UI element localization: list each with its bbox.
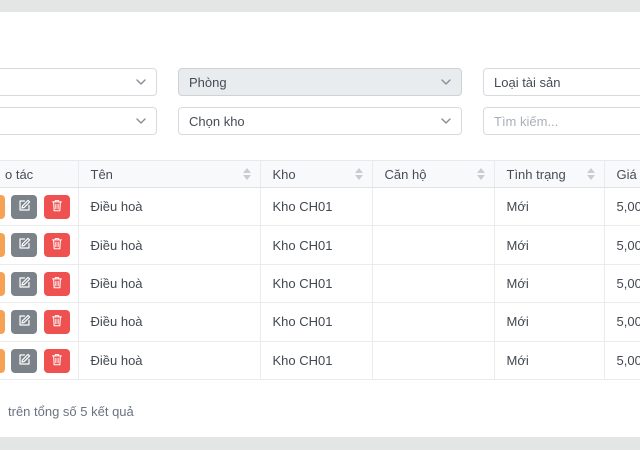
warehouse-cell: Kho CH01: [260, 264, 373, 304]
edit-pencil-icon: [18, 353, 31, 369]
hidden-action-button[interactable]: [0, 310, 5, 335]
hidden-action-button[interactable]: [0, 271, 5, 296]
chevron-down-icon: [441, 118, 451, 124]
sort-icon[interactable]: [354, 167, 363, 181]
header-actions: o tác: [0, 160, 79, 188]
price-cell: 5,000: [604, 187, 640, 227]
header-status[interactable]: Tình trạng: [494, 160, 605, 188]
name-cell: Điều hoà: [78, 302, 261, 342]
status-cell: Mới: [494, 302, 605, 342]
apartment-cell: [372, 341, 495, 380]
edit-pencil-icon: [18, 199, 31, 215]
top-edge-strip: [0, 0, 640, 12]
name-cell: Điều hoà: [78, 225, 261, 265]
table-row: Điều hoà Kho CH01 Mới 5,000: [0, 187, 640, 227]
status-cell: Mới: [494, 225, 605, 265]
header-apartment[interactable]: Căn hộ: [372, 160, 495, 188]
delete-button[interactable]: [44, 195, 70, 219]
warehouse-cell: Kho CH01: [260, 187, 373, 227]
delete-button[interactable]: [44, 348, 70, 373]
bottom-edge-strip: [0, 437, 640, 450]
trash-icon: [51, 353, 63, 369]
edit-pencil-icon: [18, 314, 31, 330]
actions-cell: [0, 264, 79, 304]
name-cell: Điều hoà: [78, 264, 261, 304]
hidden-action-button[interactable]: [0, 348, 5, 373]
edit-pencil-icon: [18, 276, 31, 292]
apartment-cell: [372, 187, 495, 227]
chevron-down-icon: [136, 118, 146, 124]
apartment-cell: [372, 225, 495, 265]
price-cell: 5,000: [604, 302, 640, 342]
assets-table: o tác Tên Kho Căn hộ Tình trạng Giá t: [0, 160, 640, 380]
edit-button[interactable]: [11, 310, 37, 335]
page: Phòng Loại tài sản Chọn kho o tác Tên: [0, 0, 640, 450]
status-cell: Mới: [494, 187, 605, 227]
chevron-down-icon: [441, 79, 451, 85]
table-row: Điều hoà Kho CH01 Mới 5,000: [0, 264, 640, 304]
room-select[interactable]: Phòng: [178, 68, 462, 96]
select-value: Phòng: [189, 74, 227, 90]
edit-pencil-icon: [18, 237, 31, 253]
price-cell: 5,000: [604, 225, 640, 265]
header-warehouse[interactable]: Kho: [260, 160, 373, 188]
actions-cell: [0, 302, 79, 342]
hidden-action-button[interactable]: [0, 233, 5, 258]
asset-type-select[interactable]: Loại tài sản: [483, 68, 640, 96]
apartment-cell: [372, 264, 495, 304]
left-filter-select-top[interactable]: [0, 68, 157, 96]
sort-icon[interactable]: [586, 167, 595, 181]
sort-icon[interactable]: [242, 167, 251, 181]
price-cell: 5,000: [604, 341, 640, 380]
status-cell: Mới: [494, 341, 605, 380]
trash-icon: [51, 237, 63, 253]
chevron-down-icon: [136, 79, 146, 85]
sort-icon[interactable]: [476, 167, 485, 181]
edit-button[interactable]: [11, 233, 37, 258]
table-row: Điều hoà Kho CH01 Mới 5,000: [0, 225, 640, 265]
select-value: Chọn kho: [189, 113, 245, 129]
trash-icon: [51, 276, 63, 292]
apartment-cell: [372, 302, 495, 342]
delete-button[interactable]: [44, 310, 70, 335]
trash-icon: [51, 314, 63, 330]
hidden-action-button[interactable]: [0, 195, 5, 219]
price-cell: 5,000: [604, 264, 640, 304]
header-price[interactable]: Giá t: [604, 160, 640, 188]
select-value: Loại tài sản: [494, 74, 561, 90]
warehouse-select[interactable]: Chọn kho: [178, 107, 462, 135]
status-cell: Mới: [494, 264, 605, 304]
actions-cell: [0, 225, 79, 265]
edit-button[interactable]: [11, 348, 37, 373]
search-input[interactable]: [494, 108, 640, 134]
edit-button[interactable]: [11, 271, 37, 296]
name-cell: Điều hoà: [78, 341, 261, 380]
table-row: Điều hoà Kho CH01 Mới 5,000: [0, 341, 640, 380]
table-header-row: o tác Tên Kho Căn hộ Tình trạng Giá t: [0, 160, 640, 188]
header-name[interactable]: Tên: [78, 160, 261, 188]
warehouse-cell: Kho CH01: [260, 225, 373, 265]
edit-button[interactable]: [11, 195, 37, 219]
name-cell: Điều hoà: [78, 187, 261, 227]
warehouse-cell: Kho CH01: [260, 302, 373, 342]
actions-cell: [0, 341, 79, 380]
results-summary: trên tổng số 5 kết quả: [8, 404, 134, 419]
delete-button[interactable]: [44, 233, 70, 258]
trash-icon: [51, 199, 63, 215]
actions-cell: [0, 187, 79, 227]
warehouse-cell: Kho CH01: [260, 341, 373, 380]
delete-button[interactable]: [44, 271, 70, 296]
table-row: Điều hoà Kho CH01 Mới 5,000: [0, 302, 640, 342]
left-filter-select-bottom[interactable]: [0, 107, 157, 135]
search-field: [483, 107, 640, 135]
